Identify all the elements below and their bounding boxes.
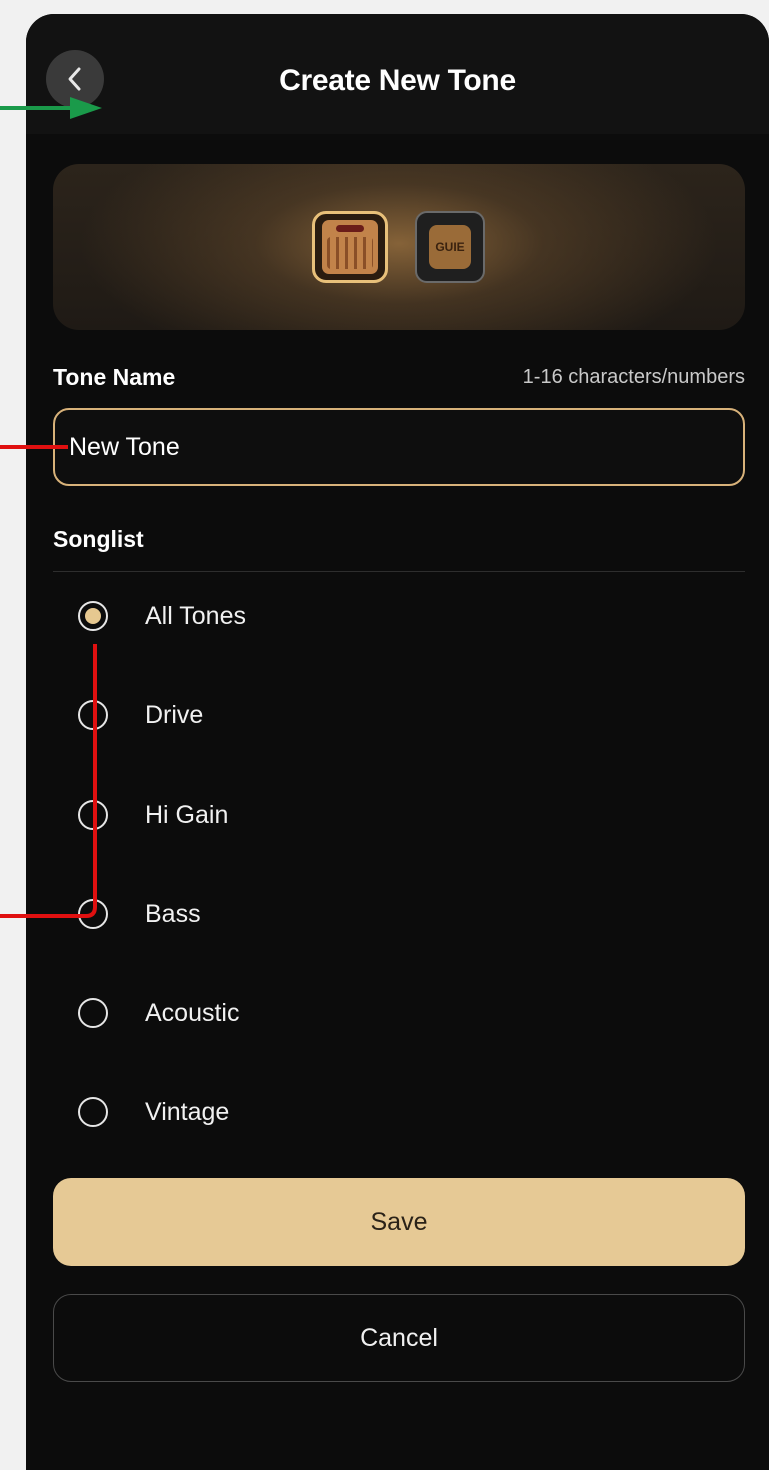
cancel-button[interactable]: Cancel <box>53 1294 745 1382</box>
save-button[interactable]: Save <box>53 1178 745 1266</box>
radio-button[interactable] <box>78 800 108 830</box>
songlist-option-drive[interactable]: Drive <box>78 685 578 745</box>
radio-button[interactable] <box>78 998 108 1028</box>
tone-name-hint: 1-16 characters/numbers <box>522 366 745 388</box>
songlist-option-vintage[interactable]: Vintage <box>78 1082 578 1142</box>
divider <box>53 571 745 572</box>
radio-button[interactable] <box>78 899 108 929</box>
songlist-option-bass[interactable]: Bass <box>78 884 578 944</box>
tone-preview-banner: GUIE <box>53 164 745 330</box>
option-label: Bass <box>145 899 201 928</box>
radio-button[interactable] <box>78 1097 108 1127</box>
songlist-option-acoustic[interactable]: Acoustic <box>78 983 578 1043</box>
mini-amp-thumbnail[interactable]: GUIE <box>415 211 485 283</box>
page-title: Create New Tone <box>279 64 516 97</box>
option-label: Drive <box>145 700 204 729</box>
amp-thumbnail[interactable] <box>312 211 388 283</box>
option-label: All Tones <box>145 601 246 630</box>
option-label: Hi Gain <box>145 800 229 829</box>
header: Create New Tone <box>26 14 769 134</box>
option-label: Acoustic <box>145 998 240 1027</box>
songlist-option-all-tones[interactable]: All Tones <box>78 586 578 646</box>
tone-name-label: Tone Name <box>53 364 176 390</box>
mini-amp-icon: GUIE <box>429 225 471 269</box>
songlist-option-hi-gain[interactable]: Hi Gain <box>78 785 578 845</box>
songlist-label: Songlist <box>53 526 144 552</box>
amp-icon <box>322 220 378 274</box>
tone-name-input[interactable] <box>53 408 745 486</box>
option-label: Vintage <box>145 1097 230 1126</box>
create-tone-screen: Create New Tone GUIE Tone Name 1-16 char… <box>26 14 769 1470</box>
mini-amp-label: GUIE <box>435 240 465 254</box>
radio-button[interactable] <box>78 700 108 730</box>
radio-button-selected[interactable] <box>78 601 108 631</box>
